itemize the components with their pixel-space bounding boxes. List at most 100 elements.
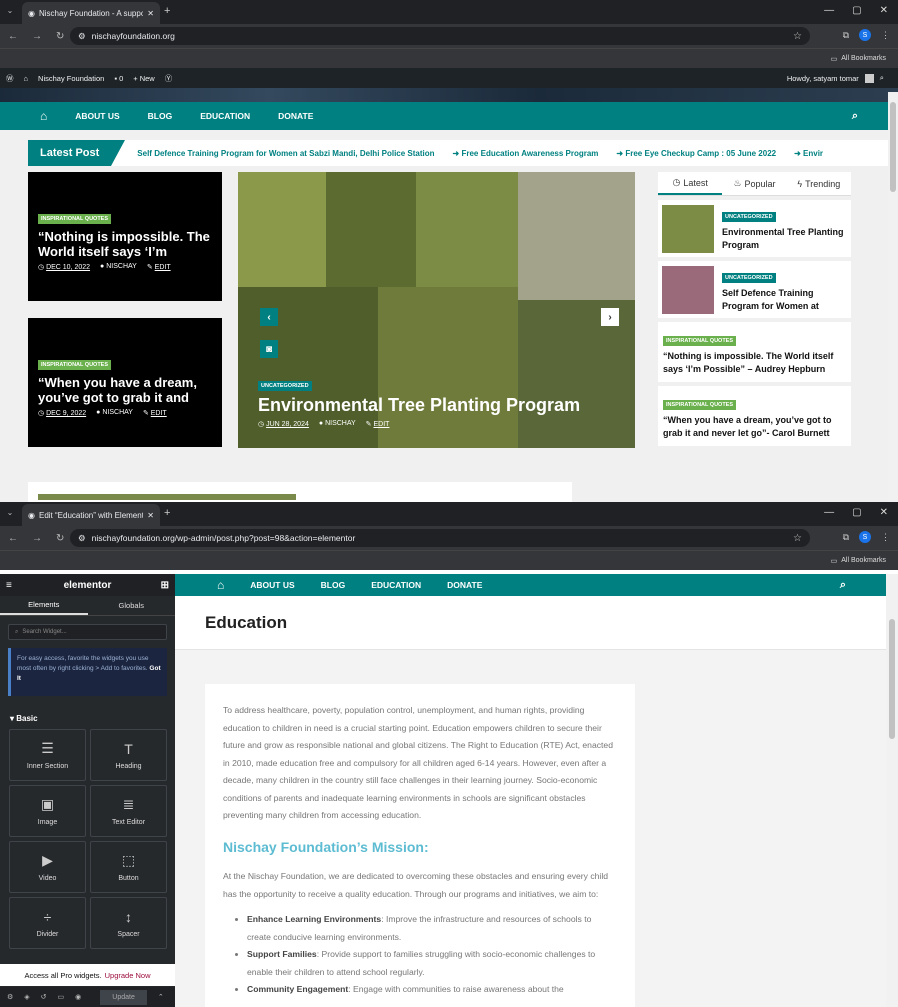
- url-field[interactable]: ⚙ nischayfoundation.org/wp-admin/post.ph…: [70, 529, 810, 547]
- close-window-icon[interactable]: ✕: [880, 5, 888, 16]
- all-bookmarks[interactable]: All Bookmarks: [841, 55, 886, 62]
- menu-education[interactable]: EDUCATION: [200, 111, 250, 121]
- post-title[interactable]: Environmental Tree Planting Program: [722, 226, 847, 252]
- edit-link[interactable]: EDIT: [373, 421, 389, 428]
- post-card[interactable]: INSPIRATIONAL QUOTES “Nothing is impossi…: [28, 172, 222, 301]
- tab-globals[interactable]: Globals: [88, 596, 176, 615]
- list-item[interactable]: INSPIRATIONAL QUOTES “When you have a dr…: [658, 386, 851, 446]
- chevron-up-icon[interactable]: ⌃: [158, 993, 164, 1001]
- ticker-item[interactable]: ➜ Envir: [794, 149, 823, 158]
- menu-blog[interactable]: BLOG: [148, 111, 173, 121]
- menu-donate[interactable]: DONATE: [447, 580, 482, 590]
- prev-arrow-icon[interactable]: ‹: [260, 308, 278, 326]
- edit-link[interactable]: EDIT: [151, 410, 167, 417]
- new-tab-icon[interactable]: +: [164, 507, 170, 519]
- category-badge[interactable]: INSPIRATIONAL QUOTES: [38, 360, 112, 370]
- ticker-item[interactable]: Self Defence Training Program for Women …: [137, 149, 434, 158]
- extensions-icon[interactable]: ⧉: [843, 532, 849, 543]
- category-badge[interactable]: INSPIRATIONAL QUOTES: [663, 336, 737, 346]
- category-badge[interactable]: UNCATEGORIZED: [722, 273, 776, 283]
- wordpress-icon[interactable]: Ⓦ: [6, 73, 14, 84]
- section-basic[interactable]: ▾ Basic: [10, 714, 165, 723]
- search-icon[interactable]: ⌕: [880, 73, 884, 83]
- post-date[interactable]: DEC 10, 2022: [46, 264, 90, 271]
- bookmark-star-icon[interactable]: ☆: [793, 31, 802, 42]
- search-icon[interactable]: ⌕: [852, 110, 858, 123]
- post-date[interactable]: JUN 28, 2024: [266, 421, 309, 428]
- tab-search-icon[interactable]: ⌄: [4, 508, 16, 520]
- ticker-item[interactable]: ➜ Free Eye Checkup Camp : 05 June 2022: [616, 149, 776, 158]
- search-widget-input[interactable]: ⌕ Search Widget...: [8, 624, 167, 640]
- post-title[interactable]: “When you have a dream, you’ve got to gr…: [38, 375, 212, 405]
- site-info-icon[interactable]: ⚙: [78, 31, 86, 42]
- hamburger-icon[interactable]: ≡: [6, 580, 12, 591]
- post-thumbnail[interactable]: [662, 205, 714, 253]
- browser-tab[interactable]: ◉ Edit “Education” with Elemento ✕: [22, 504, 160, 526]
- category-badge[interactable]: UNCATEGORIZED: [722, 212, 776, 222]
- page-scrollbar[interactable]: [888, 92, 898, 502]
- widget-text-editor[interactable]: ≣ Text Editor: [90, 785, 167, 837]
- menu-kebab-icon[interactable]: ⋮: [881, 532, 890, 543]
- layers-icon[interactable]: ◈: [24, 993, 29, 1001]
- menu-about[interactable]: ABOUT US: [250, 580, 294, 590]
- upgrade-link[interactable]: Upgrade Now: [105, 971, 151, 980]
- minimize-icon[interactable]: —: [824, 507, 834, 518]
- extensions-icon[interactable]: ⧉: [843, 30, 849, 41]
- next-arrow-icon[interactable]: ›: [601, 308, 619, 326]
- tab-search-icon[interactable]: ⌄: [4, 6, 16, 18]
- menu-donate[interactable]: DONATE: [278, 111, 313, 121]
- menu-kebab-icon[interactable]: ⋮: [881, 30, 890, 41]
- new-tab-icon[interactable]: +: [164, 5, 170, 17]
- post-date[interactable]: DEC 9, 2022: [46, 410, 86, 417]
- list-item[interactable]: INSPIRATIONAL QUOTES “Nothing is impossi…: [658, 322, 851, 382]
- post-title[interactable]: Self Defence Training Program for Women …: [722, 287, 847, 313]
- ticker-item[interactable]: ➜ Free Education Awareness Program: [453, 149, 599, 158]
- post-title[interactable]: “Nothing is impossible. The World itself…: [663, 350, 846, 376]
- widget-spacer[interactable]: ↕ Spacer: [90, 897, 167, 949]
- close-window-icon[interactable]: ✕: [880, 507, 888, 518]
- wp-site-name[interactable]: Nischay Foundation: [38, 74, 104, 83]
- close-tab-icon[interactable]: ✕: [147, 511, 154, 520]
- post-title[interactable]: “When you have a dream, you’ve got to gr…: [663, 414, 846, 440]
- menu-about[interactable]: ABOUT US: [75, 111, 119, 121]
- home-icon[interactable]: ⌂: [40, 109, 47, 123]
- comments-icon[interactable]: ▪ 0: [114, 74, 123, 83]
- grid-icon[interactable]: ⊞: [161, 580, 169, 591]
- tab-popular[interactable]: ♨ Popular: [722, 172, 786, 195]
- edit-link[interactable]: EDIT: [155, 264, 171, 271]
- menu-education[interactable]: EDUCATION: [371, 580, 421, 590]
- minimize-icon[interactable]: —: [824, 5, 834, 16]
- post-title[interactable]: “Nothing is impossible. The World itself…: [38, 229, 212, 259]
- post-author[interactable]: NISCHAY: [325, 420, 356, 427]
- tab-elements[interactable]: Elements: [0, 596, 88, 615]
- content-block[interactable]: To address healthcare, poverty, populati…: [205, 684, 635, 1007]
- post-thumbnail[interactable]: [662, 266, 714, 314]
- back-icon[interactable]: ←: [8, 533, 18, 544]
- widget-heading[interactable]: T Heading: [90, 729, 167, 781]
- settings-icon[interactable]: ⚙: [7, 993, 13, 1001]
- url-field[interactable]: ⚙ nischayfoundation.org ☆: [70, 27, 810, 45]
- scroll-thumb[interactable]: [890, 102, 896, 192]
- maximize-icon[interactable]: ▢: [852, 507, 861, 518]
- widget-image[interactable]: ▣ Image: [9, 785, 86, 837]
- preview-icon[interactable]: ◉: [75, 993, 81, 1001]
- category-badge[interactable]: UNCATEGORIZED: [258, 381, 312, 391]
- featured-slider[interactable]: ‹ › ◙ UNCATEGORIZED Environmental Tree P…: [238, 172, 635, 448]
- reload-icon[interactable]: ↻: [56, 533, 64, 544]
- profile-avatar[interactable]: S: [859, 531, 871, 543]
- maximize-icon[interactable]: ▢: [852, 5, 861, 16]
- profile-avatar[interactable]: S: [859, 29, 871, 41]
- category-badge[interactable]: INSPIRATIONAL QUOTES: [663, 400, 737, 410]
- widget-inner-section[interactable]: ☰ Inner Section: [9, 729, 86, 781]
- bookmark-star-icon[interactable]: ☆: [793, 533, 802, 544]
- scroll-thumb[interactable]: [889, 619, 895, 739]
- close-tab-icon[interactable]: ✕: [147, 9, 154, 18]
- back-icon[interactable]: ←: [8, 31, 18, 42]
- widget-video[interactable]: ▶ Video: [9, 841, 86, 893]
- widget-button[interactable]: ⬚ Button: [90, 841, 167, 893]
- list-item[interactable]: UNCATEGORIZED Self Defence Training Progr…: [658, 261, 851, 318]
- update-button[interactable]: Update: [100, 989, 147, 1005]
- post-author[interactable]: NISCHAY: [102, 409, 133, 416]
- yoast-icon[interactable]: Ⓨ: [165, 73, 173, 84]
- browser-tab[interactable]: ◉ Nischay Foundation - A suppor ✕: [22, 2, 160, 24]
